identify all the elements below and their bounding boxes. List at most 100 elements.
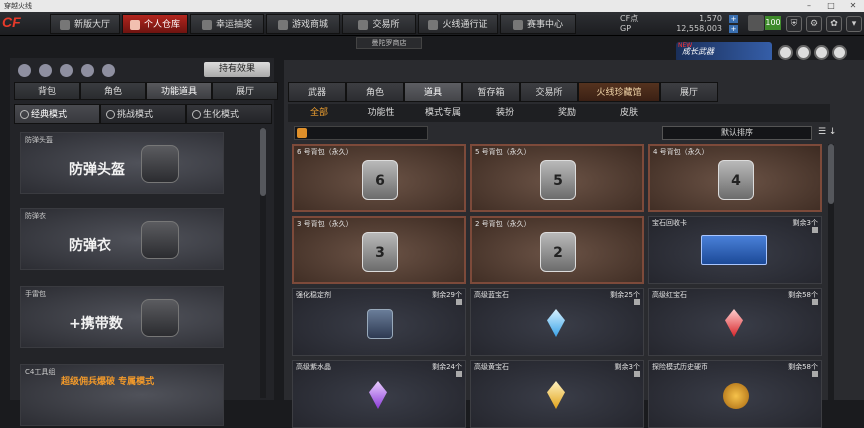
equip-slot-c4[interactable]: C4工具组 超级佣兵爆破 专属模式 — [20, 364, 224, 426]
tab-character[interactable]: 角色 — [80, 82, 146, 100]
item-card[interactable]: 5 号背包（永久） 5 — [470, 144, 644, 212]
pass-icon — [428, 19, 439, 30]
item-card[interactable]: 2 号背包（永久） 2 — [470, 216, 644, 284]
minimize-icon[interactable]: – — [798, 0, 820, 12]
exchange-icon — [358, 19, 369, 30]
gem-recycle-card-icon — [701, 235, 767, 265]
item-card[interactable]: 宝石回收卡 剩余3个 — [648, 216, 822, 284]
add-gp-button[interactable]: + — [729, 25, 738, 33]
trophy-icon — [512, 19, 523, 30]
equip-slot-grenade[interactable]: 手雷包 +携带数 — [20, 286, 224, 348]
tab-function-items[interactable]: 功能道具 — [146, 82, 212, 100]
refresh-icon[interactable] — [60, 64, 73, 77]
sort-order-icons[interactable]: ☰ ↓ — [818, 127, 836, 137]
mode-classic[interactable]: 经典模式 — [14, 104, 100, 124]
cf-points-row: CF点 1,570 + — [620, 14, 738, 23]
inventory-scrollbar[interactable] — [828, 144, 834, 400]
stats-icon[interactable] — [39, 64, 52, 77]
sort-dropdown[interactable]: 默认排序 — [662, 126, 812, 140]
tab-showroom[interactable]: 展厅 — [212, 82, 278, 100]
currency-panel: CF点 1,570 + GP 12,558,003 + — [620, 14, 738, 34]
tab-shop[interactable]: 游戏商城 — [266, 14, 340, 34]
filter-skin[interactable]: 皮肤 — [598, 104, 660, 122]
tab-trade[interactable]: 交易所 — [520, 82, 578, 102]
lock-icon — [812, 227, 818, 233]
settings-icon[interactable]: ⚙ — [806, 16, 822, 32]
bag-icon[interactable] — [102, 64, 115, 77]
filter-cosmetic[interactable]: 装扮 — [474, 104, 536, 122]
equip-slot-helmet[interactable]: 防弹头盔 防弹头盔 — [20, 132, 224, 194]
lock-icon — [812, 371, 818, 377]
left-tabs: 背包 角色 功能道具 展厅 — [14, 82, 278, 100]
quick-icons — [18, 64, 115, 77]
shop-banner[interactable]: 曼陀罗商店 — [356, 37, 422, 49]
stabilizer-icon — [367, 309, 393, 339]
promo-banner[interactable]: NEW 成长武器 — [676, 42, 772, 62]
social-icon-3[interactable] — [814, 45, 829, 60]
tab-items[interactable]: 道具 — [404, 82, 462, 102]
social-icon-2[interactable] — [796, 45, 811, 60]
cf-points-value: 1,570 — [699, 14, 722, 23]
classic-mode-icon — [20, 110, 29, 119]
filter-mode[interactable]: 模式专属 — [412, 104, 474, 122]
tab-storage[interactable]: 个人仓库 — [122, 14, 188, 34]
purple-gem-icon — [369, 381, 387, 409]
tab-pass[interactable]: 火线通行证 — [418, 14, 498, 34]
tab-lottery[interactable]: 幸运抽奖 — [190, 14, 264, 34]
shield-icon[interactable]: ⛨ — [786, 16, 802, 32]
gun-icon[interactable] — [18, 64, 31, 77]
lock-icon — [456, 299, 462, 305]
equip-slot-armor[interactable]: 防弹衣 防弹衣 — [20, 208, 224, 270]
item-card[interactable]: 3 号背包（永久） 3 — [292, 216, 466, 284]
filter-all[interactable]: 全部 — [288, 104, 350, 122]
yellow-gem-icon — [547, 381, 565, 409]
inventory-scroll-thumb[interactable] — [828, 144, 834, 204]
hold-effect-button[interactable]: 持有效果 — [204, 62, 270, 77]
level-badge: 100 — [765, 16, 781, 30]
tab-events[interactable]: 赛事中心 — [500, 14, 576, 34]
social-icon-1[interactable] — [778, 45, 793, 60]
gear-icon[interactable]: ✿ — [826, 16, 842, 32]
tab-storage-box[interactable]: 暂存箱 — [462, 82, 520, 102]
social-icon-4[interactable] — [832, 45, 847, 60]
maximize-icon[interactable]: □ — [820, 0, 842, 12]
helmet-icon — [141, 145, 179, 183]
tab-lobby[interactable]: 新版大厅 — [50, 14, 120, 34]
item-card[interactable]: 6 号背包（永久） 6 — [292, 144, 466, 212]
item-card[interactable]: 高级紫水晶 剩余24个 — [292, 360, 466, 428]
filter-reward[interactable]: 奖励 — [536, 104, 598, 122]
lock-icon — [634, 299, 640, 305]
tab-exchange[interactable]: 交易所 — [342, 14, 416, 34]
tab-backpack[interactable]: 背包 — [14, 82, 80, 100]
tab-collection[interactable]: 火线珍藏馆 — [578, 82, 660, 102]
tab-characters[interactable]: 角色 — [346, 82, 404, 102]
grenade-icon — [141, 299, 179, 337]
left-scroll-thumb[interactable] — [260, 128, 266, 196]
left-scrollbar[interactable] — [260, 128, 266, 398]
item-card[interactable]: 高级黄宝石 剩余3个 — [470, 360, 644, 428]
challenge-mode-icon — [106, 110, 115, 119]
backpack-icon: 5 — [540, 160, 576, 200]
close-icon[interactable]: ✕ — [842, 0, 864, 12]
item-card[interactable]: 4 号背包（永久） 4 — [648, 144, 822, 212]
item-card[interactable]: 高级红宝石 剩余58个 — [648, 288, 822, 356]
lock-icon — [456, 371, 462, 377]
inventory-tabs: 武器 角色 道具 暂存箱 交易所 火线珍藏馆 展厅 — [288, 82, 718, 102]
gift-icon — [201, 19, 212, 30]
tab-weapons[interactable]: 武器 — [288, 82, 346, 102]
equipment-panel: 持有效果 背包 角色 功能道具 展厅 经典模式 挑战模式 生化模式 防弹头盔 防… — [10, 58, 278, 426]
item-card[interactable]: 高级蓝宝石 剩余25个 — [470, 288, 644, 356]
home-icon — [59, 19, 70, 30]
gp-row: GP 12,558,003 + — [620, 24, 738, 33]
mode-zombie[interactable]: 生化模式 — [186, 104, 272, 124]
item-card[interactable]: 探险模式历史硬币 剩余58个 — [648, 360, 822, 428]
filter-functional[interactable]: 功能性 — [350, 104, 412, 122]
dropdown-icon[interactable]: ▾ — [846, 16, 862, 32]
search-input[interactable] — [294, 126, 428, 140]
add-cf-button[interactable]: + — [729, 15, 738, 23]
tab-gallery[interactable]: 展厅 — [660, 82, 718, 102]
mode-challenge[interactable]: 挑战模式 — [100, 104, 186, 124]
box-icon — [129, 19, 140, 30]
ammo-icon[interactable] — [81, 64, 94, 77]
item-card[interactable]: 强化稳定剂 剩余29个 — [292, 288, 466, 356]
